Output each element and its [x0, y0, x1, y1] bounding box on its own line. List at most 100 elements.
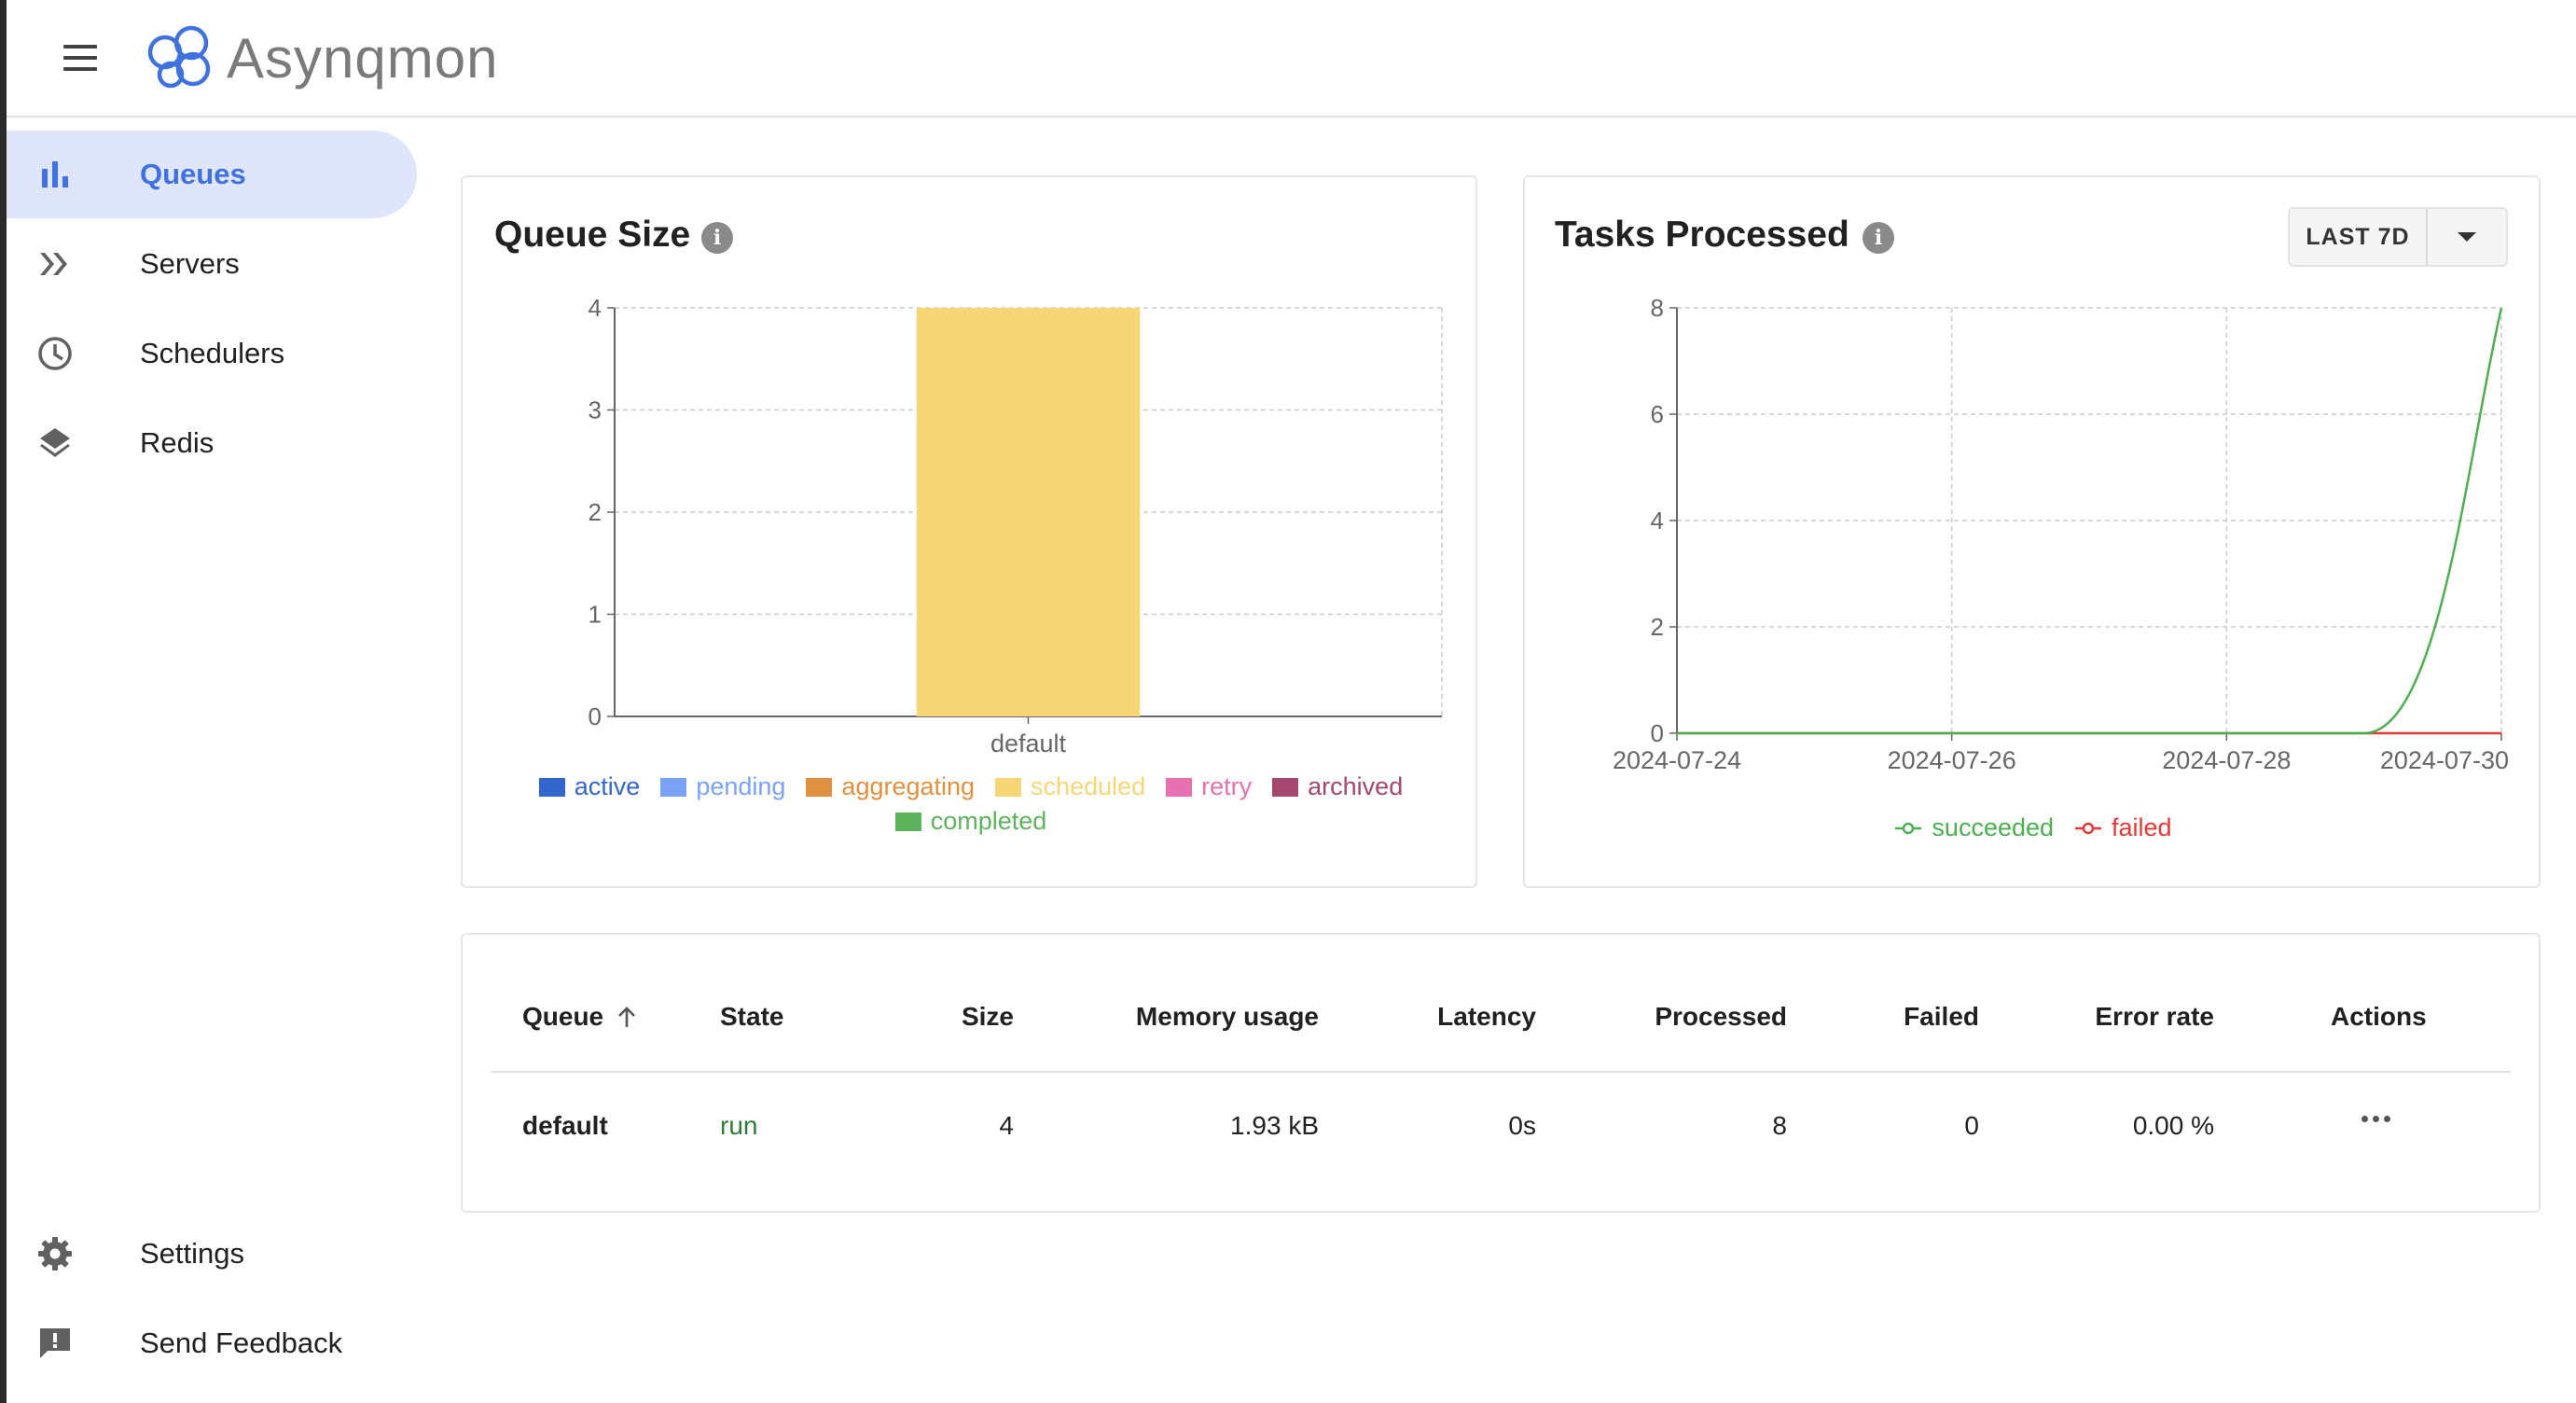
column-header-latency[interactable]: Latency — [1350, 1002, 1536, 1032]
legend-swatch — [660, 777, 687, 797]
sidebar-item-label: Send Feedback — [140, 1327, 343, 1359]
queue-state: run — [720, 1111, 758, 1140]
time-range-button[interactable]: LAST 7D — [2290, 209, 2428, 265]
app-brand: Asynqmon — [227, 27, 499, 90]
sidebar-item-servers[interactable]: Servers — [7, 220, 417, 308]
failed-value: 0 — [1964, 1111, 1979, 1140]
tasks-processed-title: Tasks Processed — [1555, 215, 1849, 255]
legend-swatch — [538, 777, 565, 797]
legend-item[interactable]: completed — [894, 807, 1047, 836]
sidebar-item-redis[interactable]: Redis — [7, 399, 417, 487]
app-bar: Asynqmon — [7, 0, 2576, 118]
legend-label: retry — [1201, 772, 1253, 800]
x-tick-label: 2024-07-28 — [2162, 746, 2291, 774]
sort-arrow-up-icon — [618, 1007, 636, 1027]
legend-item[interactable]: aggregating — [806, 772, 975, 801]
sidebar-item-settings[interactable]: Settings — [7, 1210, 417, 1298]
sidebar-item-label: Schedulers — [140, 337, 285, 369]
more-actions-icon[interactable] — [2361, 1116, 2390, 1122]
column-header-failed[interactable]: Failed — [1793, 1002, 1979, 1032]
queue-size-card: Queue Size i 0 1 2 3 4 default active pending a… — [461, 175, 1477, 888]
asynqmon-logo-icon — [147, 25, 211, 89]
legend-label: aggregating — [841, 772, 976, 800]
table-header-divider — [492, 1071, 2511, 1073]
time-range-dropdown-button[interactable] — [2428, 209, 2506, 265]
legend-swatch — [995, 777, 1022, 797]
column-header-processed[interactable]: Processed — [1600, 1002, 1787, 1032]
layers-icon — [40, 428, 70, 457]
sidebar-item-label: Redis — [140, 426, 215, 459]
x-tick-label: 2024-07-30 — [2380, 746, 2509, 774]
sidebar-item-queues[interactable]: Queues — [7, 131, 417, 218]
tasks-processed-card: Tasks Processed i 0 2 4 6 8 2024-07-24 2024-07… — [1523, 175, 2541, 888]
x-tick-label: 2024-07-26 — [1888, 746, 2016, 774]
sidebar-item-label: Servers — [140, 247, 240, 280]
queue-name-link[interactable]: default — [522, 1111, 608, 1141]
info-icon[interactable]: i — [1863, 222, 1894, 254]
error-rate-value: 0.00 % — [2132, 1111, 2214, 1140]
y-tick-label: 8 — [1651, 294, 1664, 322]
y-tick-label: 2 — [589, 498, 602, 526]
sidebar-item-send-feedback[interactable]: Send Feedback — [7, 1299, 417, 1387]
legend-label: archived — [1308, 772, 1404, 800]
column-header-queue[interactable]: Queue — [522, 1002, 639, 1032]
bar-chart-icon — [42, 161, 68, 188]
y-tick-label: 4 — [1651, 507, 1664, 535]
legend-label: scheduled — [1031, 772, 1146, 800]
sidebar: Queues Servers Schedulers Redis Settings… — [7, 119, 445, 1403]
x-tick-label: 2024-07-24 — [1613, 746, 1741, 774]
memory-usage-value: 1.93 kB — [1230, 1111, 1319, 1140]
y-tick-label: 4 — [589, 294, 602, 322]
legend-swatch — [894, 812, 921, 831]
y-tick-label: 3 — [589, 396, 602, 424]
y-tick-label: 2 — [1651, 613, 1664, 641]
queue-size-legend: active pending aggregating scheduled retry ar… — [491, 772, 1451, 836]
queue-size-chart: 0 1 2 3 4 default — [589, 294, 1443, 757]
column-header-size[interactable]: Size — [895, 1002, 1014, 1032]
legend-swatch — [1272, 777, 1299, 797]
legend-swatch — [1166, 777, 1193, 797]
legend-line-swatch — [2075, 822, 2102, 834]
legend-label: succeeded — [1932, 813, 2055, 841]
time-range-select[interactable]: LAST 7D — [2288, 207, 2508, 267]
tasks-processed-chart: 0 2 4 6 8 2024-07-24 2024-07-26 2024-07-28 2024-… — [1613, 294, 2509, 774]
bar-scheduled — [916, 308, 1141, 716]
queue-size-value: 4 — [999, 1111, 1014, 1140]
window-edge — [0, 0, 7, 1403]
clock-icon — [38, 337, 72, 370]
legend-label: active — [574, 772, 641, 800]
legend-item[interactable]: scheduled — [995, 772, 1145, 801]
column-header-memory-usage[interactable]: Memory usage — [1039, 1002, 1319, 1032]
legend-item[interactable]: retry — [1166, 772, 1252, 801]
double-chevron-icon — [40, 253, 67, 275]
y-tick-label: 0 — [589, 702, 602, 730]
legend-item[interactable]: failed — [2074, 813, 2172, 842]
column-header-error-rate[interactable]: Error rate — [2028, 1002, 2214, 1032]
legend-label: pending — [696, 772, 786, 800]
latency-value: 0s — [1508, 1111, 1536, 1140]
info-icon[interactable]: i — [701, 222, 733, 254]
feedback-icon — [40, 1328, 70, 1358]
column-header-state[interactable]: State — [720, 1002, 783, 1032]
sidebar-item-schedulers[interactable]: Schedulers — [7, 310, 417, 397]
y-tick-label: 0 — [1651, 719, 1664, 747]
legend-item[interactable]: archived — [1272, 772, 1403, 801]
menu-icon[interactable] — [48, 34, 113, 82]
caret-down-icon — [2458, 232, 2476, 242]
processed-value: 8 — [1772, 1111, 1787, 1140]
legend-item[interactable]: active — [538, 772, 641, 801]
gear-icon — [38, 1237, 72, 1271]
sidebar-item-label: Settings — [140, 1237, 245, 1270]
tasks-processed-legend: succeeded failed — [1553, 813, 2514, 842]
legend-label: failed — [2112, 813, 2172, 841]
x-tick-label: default — [990, 729, 1067, 757]
sidebar-item-label: Queues — [140, 158, 246, 190]
column-header-actions: Actions — [2331, 1002, 2427, 1031]
y-tick-label: 6 — [1651, 400, 1664, 428]
legend-label: completed — [930, 807, 1047, 835]
legend-swatch — [806, 777, 833, 797]
legend-item[interactable]: pending — [660, 772, 785, 801]
legend-item[interactable]: succeeded — [1894, 813, 2054, 842]
y-tick-label: 1 — [589, 601, 602, 629]
queues-table-card — [461, 933, 2541, 1213]
